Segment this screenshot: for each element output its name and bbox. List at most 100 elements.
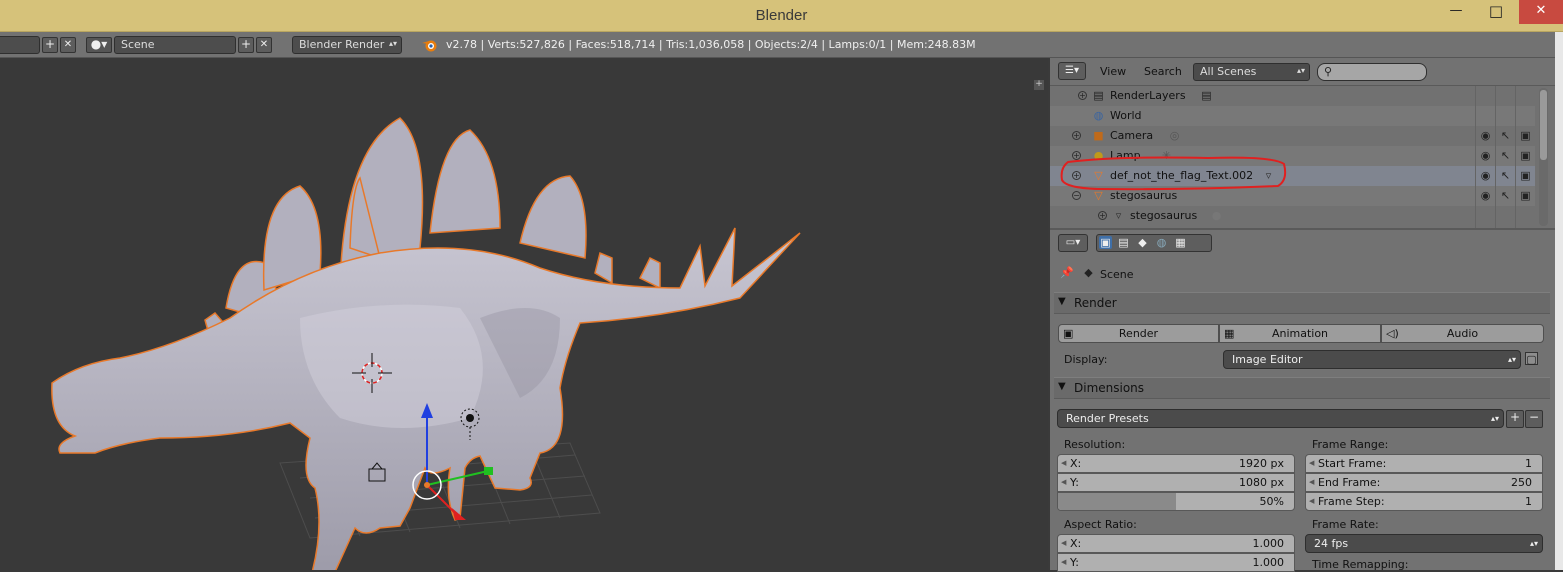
scene-filter-select[interactable]: All Scenes ▴▾ xyxy=(1193,63,1310,81)
outliner-row-stegosaurus-mesh[interactable]: + ▿ stegosaurus ● xyxy=(1050,206,1535,226)
frame-step-field[interactable]: ◀ Frame Step: 1 xyxy=(1305,492,1543,511)
start-frame-field[interactable]: ◀ Start Frame: 1 xyxy=(1305,454,1543,473)
remove-preset-icon[interactable]: − xyxy=(1525,410,1543,428)
dimensions-panel-header[interactable]: ▼ Dimensions xyxy=(1054,377,1550,399)
decrement-arrow-icon[interactable]: ◀ xyxy=(1061,474,1066,491)
renderlayers-icon: ▤ xyxy=(1093,89,1104,102)
delete-scene-icon[interactable]: ✕ xyxy=(256,37,272,53)
maximize-button[interactable]: □ xyxy=(1479,0,1513,24)
render-engine-select[interactable]: Blender Render ▴▾ xyxy=(292,36,402,54)
add-preset-icon[interactable]: + xyxy=(1506,410,1524,428)
aspect-y-field[interactable]: ◀ Y: 1.000 xyxy=(1057,553,1295,572)
render-camera-icon[interactable]: ▣ xyxy=(1519,149,1532,162)
scene-tab-icon[interactable]: ◆ xyxy=(1136,236,1149,249)
resolution-percentage-slider[interactable]: 50% xyxy=(1057,492,1295,511)
outliner-row-renderlayers[interactable]: + ▤ RenderLayers ▤ xyxy=(1050,86,1535,106)
column-divider xyxy=(1475,86,1476,228)
select-arrow-icon[interactable]: ↖ xyxy=(1499,129,1512,142)
expand-toggle-icon[interactable]: + xyxy=(1072,131,1081,140)
add-layout-icon[interactable]: + xyxy=(42,37,58,53)
scrollbar-thumb[interactable] xyxy=(1540,90,1547,160)
field-value: 1.000 xyxy=(1252,537,1285,550)
frame-rate-value: 24 fps xyxy=(1314,537,1349,550)
render-engine-label: Blender Render xyxy=(299,38,385,51)
editor-type-icon[interactable]: ▭▾ xyxy=(1058,234,1088,252)
renderlayer-data-icon[interactable]: ▤ xyxy=(1200,89,1213,102)
material-icon[interactable]: ● xyxy=(1210,209,1223,222)
delete-layout-icon[interactable]: ✕ xyxy=(60,37,76,53)
render-panel-header[interactable]: ▼ Render xyxy=(1054,292,1550,314)
outliner-row-world[interactable]: ◍ World xyxy=(1050,106,1535,126)
decrement-arrow-icon[interactable]: ◀ xyxy=(1309,455,1314,472)
fullscreen-toggle-icon[interactable]: ▢ xyxy=(1525,352,1538,366)
decrement-arrow-icon[interactable]: ◀ xyxy=(1309,493,1314,510)
window-title-bar: Blender — □ ✕ xyxy=(0,0,1563,32)
resolution-y-field[interactable]: ◀ Y: 1080 px xyxy=(1057,473,1295,492)
pin-icon[interactable]: 📌 xyxy=(1060,266,1074,279)
decrement-arrow-icon[interactable]: ◀ xyxy=(1061,535,1066,552)
scene-name-field[interactable]: Scene xyxy=(114,36,236,54)
outliner-row-camera[interactable]: + ■ Camera ◎ xyxy=(1050,126,1535,146)
panel-collapse-icon: ▼ xyxy=(1058,381,1066,392)
slider-fill xyxy=(1058,493,1176,510)
expand-toggle-icon[interactable]: + xyxy=(1098,211,1107,220)
visibility-eye-icon[interactable]: ◉ xyxy=(1479,129,1492,142)
render-layers-tab-icon[interactable]: ▤ xyxy=(1117,236,1130,249)
scene-filter-label: All Scenes xyxy=(1200,65,1257,78)
search-icon: ⚲ xyxy=(1324,65,1333,78)
decrement-arrow-icon[interactable]: ◀ xyxy=(1061,554,1066,571)
render-camera-icon[interactable]: ▣ xyxy=(1519,189,1532,202)
select-arrow-icon[interactable]: ↖ xyxy=(1499,189,1512,202)
render-tab-icon[interactable]: ▣ xyxy=(1099,236,1112,249)
visibility-eye-icon[interactable]: ◉ xyxy=(1479,149,1492,162)
outliner-item-label: RenderLayers xyxy=(1110,89,1186,102)
scene-icon: ◆ xyxy=(1084,266,1093,279)
audio-button[interactable]: ◁) Audio xyxy=(1381,324,1544,343)
field-value: 1.000 xyxy=(1252,556,1285,569)
outliner-menu-view[interactable]: View xyxy=(1100,65,1126,78)
close-button[interactable]: ✕ xyxy=(1519,0,1563,24)
camera-data-icon[interactable]: ◎ xyxy=(1168,129,1181,142)
select-arrow-icon[interactable]: ↖ xyxy=(1499,149,1512,162)
toolshelf-toggle-icon[interactable]: + xyxy=(1034,80,1044,90)
clapper-icon: ▦ xyxy=(1224,327,1235,340)
select-arrow-icon[interactable]: ↖ xyxy=(1499,169,1512,182)
texture-tab-icon[interactable]: ▦ xyxy=(1174,236,1187,249)
camera-icon: ■ xyxy=(1093,129,1104,142)
outliner-menu-search[interactable]: Search xyxy=(1144,65,1182,78)
field-label: Frame Step: xyxy=(1318,495,1385,508)
render-presets-select[interactable]: Render Presets ▴▾ xyxy=(1057,409,1504,428)
expand-toggle-icon[interactable]: + xyxy=(1078,91,1087,100)
render-camera-icon[interactable]: ▣ xyxy=(1519,169,1532,182)
scene-type-icon[interactable]: ●▾ xyxy=(86,37,112,53)
screen-layout-field[interactable] xyxy=(0,36,40,54)
outliner-scrollbar[interactable] xyxy=(1539,88,1548,226)
camera-icon: ▣ xyxy=(1063,327,1074,340)
end-frame-field[interactable]: ◀ End Frame: 250 xyxy=(1305,473,1543,492)
render-camera-icon[interactable]: ▣ xyxy=(1519,129,1532,142)
frame-rate-select[interactable]: 24 fps ▴▾ xyxy=(1305,534,1543,553)
select-arrows-icon: ▴▾ xyxy=(1296,66,1305,75)
3d-viewport[interactable]: + xyxy=(0,58,1048,570)
aspect-x-field[interactable]: ◀ X: 1.000 xyxy=(1057,534,1295,553)
outliner-search-input[interactable]: ⚲ xyxy=(1317,63,1427,81)
visibility-eye-icon[interactable]: ◉ xyxy=(1479,169,1492,182)
properties-editor: ▭▾ ▣ ▤ ◆ ◍ ▦ 📌 ◆ Scene ▼ Render ▣ Render… xyxy=(1050,228,1555,572)
field-label: X: xyxy=(1070,457,1082,470)
editor-type-icon[interactable]: ☰▾ xyxy=(1058,62,1086,80)
field-label: Y: xyxy=(1070,476,1079,489)
display-select[interactable]: Image Editor ▴▾ xyxy=(1223,350,1521,369)
render-button[interactable]: ▣ Render xyxy=(1058,324,1219,343)
decrement-arrow-icon[interactable]: ◀ xyxy=(1309,474,1314,491)
resolution-x-field[interactable]: ◀ X: 1920 px xyxy=(1057,454,1295,473)
animation-button[interactable]: ▦ Animation xyxy=(1219,324,1381,343)
add-scene-icon[interactable]: + xyxy=(238,37,254,53)
world-tab-icon[interactable]: ◍ xyxy=(1155,236,1168,249)
window-title: Blender xyxy=(755,7,808,24)
dimensions-panel-title: Dimensions xyxy=(1074,381,1145,395)
decrement-arrow-icon[interactable]: ◀ xyxy=(1061,455,1066,472)
window-edge xyxy=(1555,32,1563,570)
minimize-button[interactable]: — xyxy=(1439,0,1473,24)
panel-collapse-icon: ▼ xyxy=(1058,296,1066,307)
visibility-eye-icon[interactable]: ◉ xyxy=(1479,189,1492,202)
